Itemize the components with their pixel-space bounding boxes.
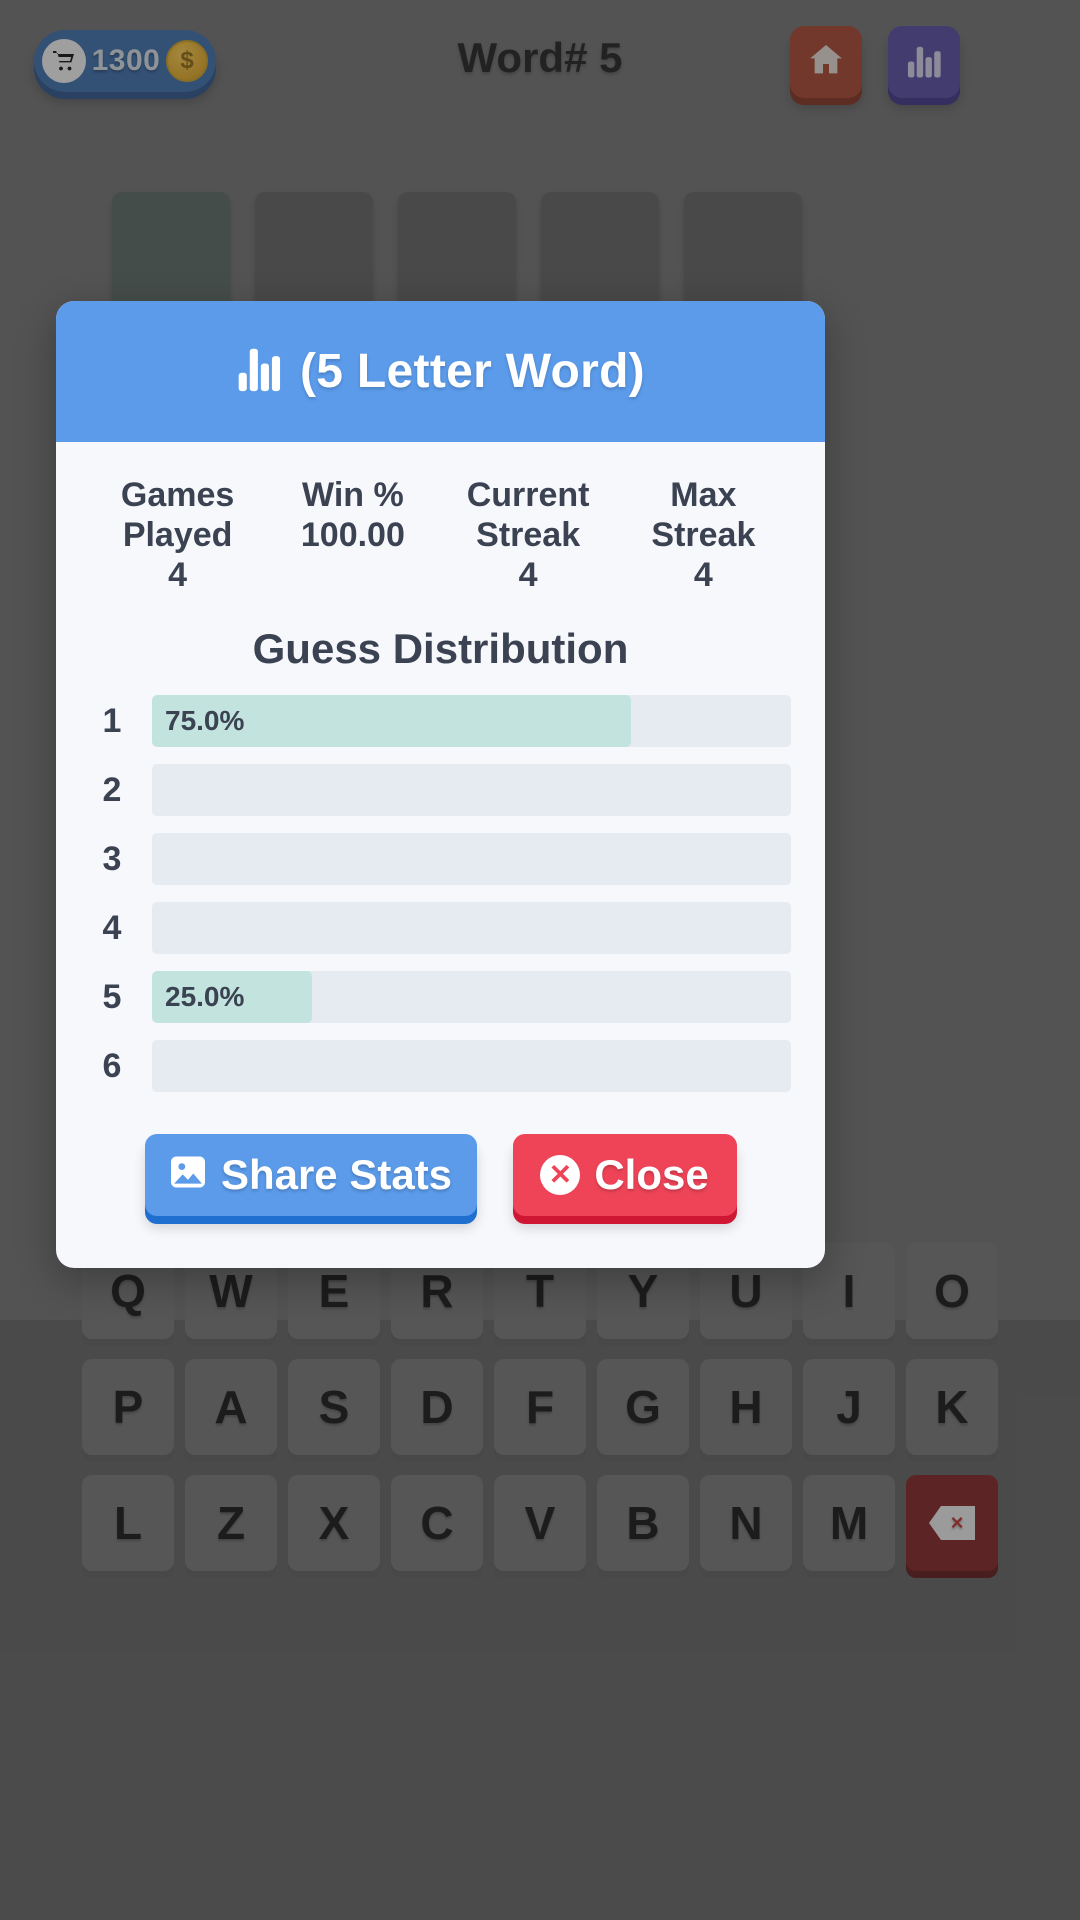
close-button[interactable]: ✕ Close xyxy=(512,1134,737,1216)
distribution-guess-number: 1 xyxy=(102,701,122,740)
close-label: Close xyxy=(594,1151,709,1198)
distribution-track xyxy=(152,902,791,955)
distribution-track: 75.0% xyxy=(152,695,791,748)
stat-max-streak: Max Streak 4 xyxy=(616,476,791,595)
distribution-guess-number: 3 xyxy=(102,839,122,878)
distribution-guess-number: 6 xyxy=(102,1046,122,1085)
guess-distribution-chart: 1 75.0% 2 3 4 5 25.0% 6 xyxy=(90,695,791,1093)
distribution-row: 5 25.0% xyxy=(90,971,791,1024)
share-stats-button[interactable]: Share Stats xyxy=(144,1134,477,1216)
statistics-dialog: (5 Letter Word) Games Played 4 Win % 100… xyxy=(56,301,825,1268)
stat-value: 4 xyxy=(518,555,538,594)
stat-current-streak: Current Streak 4 xyxy=(441,476,616,595)
distribution-track xyxy=(152,1040,791,1093)
stat-games-played: Games Played 4 xyxy=(90,476,265,595)
distribution-guess-number: 5 xyxy=(102,977,122,1016)
distribution-track xyxy=(152,764,791,817)
stat-label: Win % xyxy=(302,476,404,514)
stat-value: 4 xyxy=(168,555,188,594)
dialog-title: (5 Letter Word) xyxy=(300,345,645,398)
bar-chart-icon xyxy=(236,345,282,398)
distribution-row: 1 75.0% xyxy=(90,695,791,748)
stat-label: Max Streak xyxy=(651,476,756,554)
distribution-percent: 75.0% xyxy=(165,705,245,737)
close-circle-icon: ✕ xyxy=(540,1155,581,1195)
distribution-percent: 25.0% xyxy=(165,981,245,1013)
stat-label: Games Played xyxy=(120,476,235,554)
distribution-track xyxy=(152,833,791,886)
stat-value: 100.00 xyxy=(300,515,405,554)
distribution-row: 4 xyxy=(90,902,791,955)
guess-distribution-title: Guess Distribution xyxy=(252,625,629,673)
dialog-body: Games Played 4 Win % 100.00 Current Stre… xyxy=(56,442,825,1268)
image-icon xyxy=(169,1151,207,1199)
distribution-guess-number: 2 xyxy=(102,770,122,809)
dialog-actions: Share Stats ✕ Close xyxy=(90,1134,791,1268)
dialog-header: (5 Letter Word) xyxy=(56,301,825,442)
distribution-row: 2 xyxy=(90,764,791,817)
stat-win-percent: Win % 100.00 xyxy=(265,476,440,595)
stat-label: Current Streak xyxy=(466,476,590,554)
distribution-guess-number: 4 xyxy=(102,908,122,947)
stats-summary: Games Played 4 Win % 100.00 Current Stre… xyxy=(90,476,791,595)
share-stats-label: Share Stats xyxy=(220,1151,453,1198)
distribution-row: 3 xyxy=(90,833,791,886)
distribution-row: 6 xyxy=(90,1040,791,1093)
distribution-track: 25.0% xyxy=(152,971,791,1024)
stat-value: 4 xyxy=(693,555,713,594)
